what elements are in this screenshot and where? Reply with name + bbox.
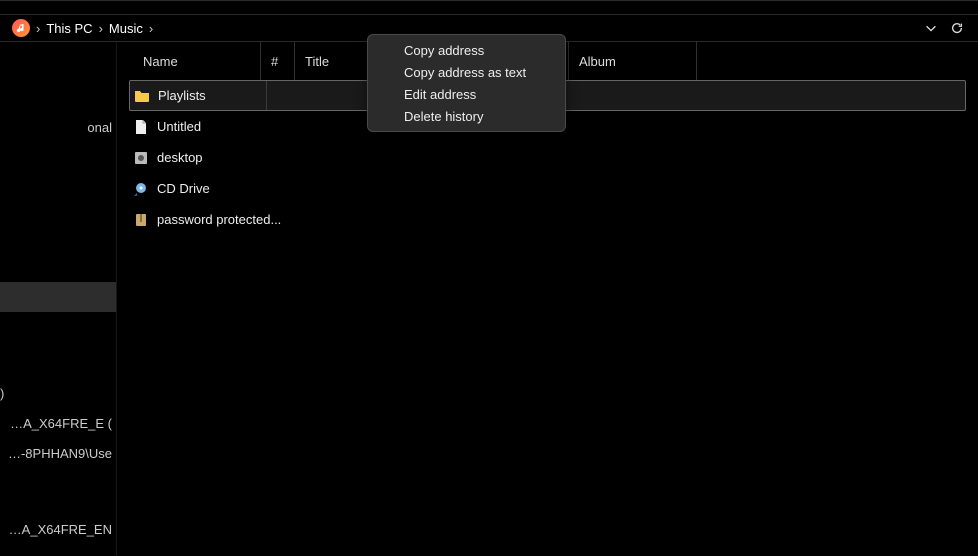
list-item[interactable]: desktop — [117, 142, 978, 173]
file-name: Playlists — [158, 88, 206, 103]
breadcrumb-music[interactable]: Music — [109, 21, 143, 36]
context-menu-item-copy-address[interactable]: Copy address — [368, 39, 565, 61]
crumb-separator-icon: › — [149, 21, 153, 36]
file-name: CD Drive — [157, 181, 210, 196]
tree-item[interactable]: ) CCCOMA_X64FRE_E — [0, 408, 116, 438]
column-header-name[interactable]: Name — [133, 42, 261, 80]
list-item[interactable]: CD Drive — [117, 173, 978, 204]
music-folder-icon — [12, 19, 30, 37]
history-dropdown-button[interactable] — [918, 15, 944, 41]
tree-item[interactable]: ) — [0, 378, 116, 408]
column-header-track[interactable]: # — [261, 42, 295, 80]
crumb-separator-icon: › — [36, 21, 40, 36]
file-name: Untitled — [157, 119, 201, 134]
file-icon — [133, 119, 149, 135]
breadcrumb-this-pc[interactable]: This PC — [46, 21, 92, 36]
address-bar-context-menu: Copy address Copy address as text Edit a… — [367, 34, 566, 132]
file-name: desktop — [157, 150, 203, 165]
tree-item[interactable]: CCCOMA_X64FRE_EN — [0, 514, 116, 544]
context-menu-item-edit-address[interactable]: Edit address — [368, 83, 565, 105]
column-header-album[interactable]: Album — [569, 42, 697, 80]
file-name: password protected... — [157, 212, 281, 227]
tree-item[interactable] — [0, 282, 116, 312]
settings-file-icon — [133, 150, 149, 166]
list-item[interactable]: password protected... — [117, 204, 978, 235]
refresh-button[interactable] — [944, 15, 970, 41]
tree-item[interactable]: onal — [0, 112, 116, 142]
context-menu-item-copy-address-text[interactable]: Copy address as text — [368, 61, 565, 83]
disc-shortcut-icon — [133, 181, 149, 197]
archive-icon — [133, 212, 149, 228]
crumb-separator-icon: › — [99, 21, 103, 36]
tree-item[interactable]: KTOP-8PHHAN9\Use — [0, 438, 116, 468]
folder-icon — [134, 88, 150, 104]
context-menu-item-delete-history[interactable]: Delete history — [368, 105, 565, 127]
navigation-pane[interactable]: onal ) ) CCCOMA_X64FRE_E KTOP-8PHHAN9\Us… — [0, 42, 116, 556]
